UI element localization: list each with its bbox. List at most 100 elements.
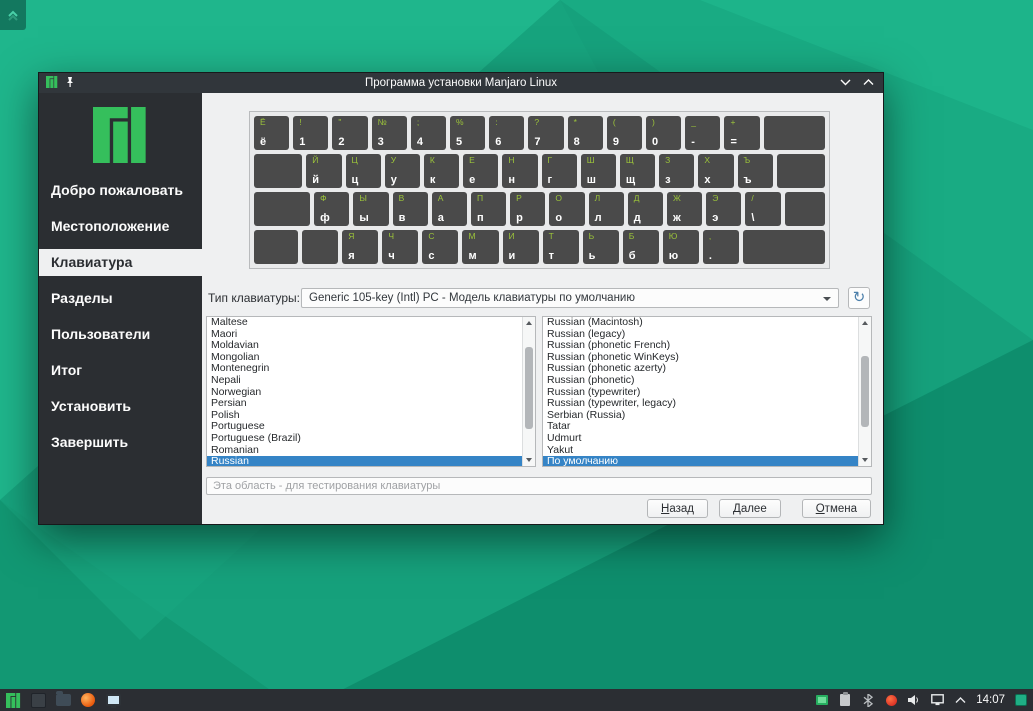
list-item[interactable]: Russian (legacy) xyxy=(543,329,858,341)
list-item[interactable]: По умолчанию xyxy=(543,456,858,466)
list-item[interactable]: Udmurt xyxy=(543,433,858,445)
list-item[interactable]: Tatar xyxy=(543,421,858,433)
file-manager-icon[interactable] xyxy=(30,692,46,708)
keyboard-key: % 5 xyxy=(450,116,486,150)
keyboard-key: _ - xyxy=(685,116,721,150)
manjaro-logo-icon xyxy=(46,75,58,91)
keyboard-key: Шш xyxy=(580,154,616,188)
installer-window: Программа установки Manjaro Linux Добро … xyxy=(38,72,884,525)
list-item[interactable]: Russian (phonetic WinKeys) xyxy=(543,352,858,364)
chevron-down-icon[interactable] xyxy=(840,77,851,89)
button-row: Назад Далее Отмена xyxy=(206,499,871,519)
list-item[interactable]: Persian xyxy=(207,398,522,410)
list-item[interactable]: Yakut xyxy=(543,445,858,457)
browser-icon[interactable] xyxy=(80,692,96,708)
keyboard-key: Ёё xyxy=(254,116,290,150)
next-button[interactable]: Далее xyxy=(719,499,781,518)
variant-list[interactable]: Russian (Macintosh) Russian (legacy) Russi… xyxy=(542,316,872,467)
taskbar: 14:07 xyxy=(0,689,1033,711)
list-item[interactable]: Russian (phonetic) xyxy=(543,375,858,387)
keyboard-test-input[interactable] xyxy=(206,477,872,495)
system-tray: 14:07 xyxy=(815,692,1033,707)
refresh-button[interactable]: ↻ xyxy=(848,287,870,309)
keyboard-key: Бб xyxy=(622,230,659,264)
list-item[interactable]: Russian xyxy=(207,456,522,466)
list-item[interactable]: Russian (phonetic French) xyxy=(543,340,858,352)
list-item[interactable]: Moldavian xyxy=(207,340,522,352)
list-item[interactable]: Portuguese xyxy=(207,421,522,433)
keyboard-key: Жж xyxy=(666,192,703,226)
volume-icon[interactable] xyxy=(907,693,921,707)
tray-expander-icon[interactable] xyxy=(953,693,967,707)
chevron-up-icon[interactable] xyxy=(863,77,874,89)
keyboard-key: ; 4 xyxy=(410,116,447,150)
updates-icon[interactable] xyxy=(884,693,898,707)
keyboard-key: Ее xyxy=(463,154,499,188)
layout-list[interactable]: Maltese Maori Moldavian Mongolian Montenegri… xyxy=(206,316,536,467)
keyboard-preview: Ёё! 1 " 2 № 3; 4% 5:6? 7 * 8(9) 0 _ - + = Йй Цц Уу Кк Ее Нн Гг… xyxy=(249,111,830,269)
desktop-toolbox-icon[interactable] xyxy=(0,0,26,30)
titlebar[interactable]: Программа установки Manjaro Linux xyxy=(39,73,883,93)
clipboard-icon[interactable] xyxy=(838,692,852,707)
list-item[interactable]: Serbian (Russia) xyxy=(543,410,858,422)
bluetooth-icon[interactable] xyxy=(861,693,875,707)
keyboard-model-select[interactable]: Generic 105-key (Intl) PC - Модель клави… xyxy=(301,288,839,308)
keyboard-key: Сс xyxy=(422,230,459,264)
keyboard-key: Пп xyxy=(470,192,507,226)
keyboard-key: Тт xyxy=(542,230,579,264)
keyboard-key: * 8 xyxy=(567,116,603,150)
list-item[interactable]: Russian (typewriter) xyxy=(543,387,858,399)
keyboard-key: Ии xyxy=(502,230,539,264)
folder-icon[interactable] xyxy=(55,691,71,708)
keyboard-key: Зз xyxy=(659,154,695,188)
keyboard-key: Нн xyxy=(502,154,538,188)
sidebar-nav: Добро пожаловать Местоположение Клавиатура… xyxy=(39,177,202,456)
keyboard-key: Чч xyxy=(382,230,419,264)
keyboard-key: Ъъ xyxy=(737,154,773,188)
scrollbar[interactable] xyxy=(522,317,535,466)
pin-icon[interactable] xyxy=(65,76,75,91)
keyboard-key: / \ xyxy=(745,192,781,226)
list-item[interactable]: Romanian xyxy=(207,445,522,457)
keyboard-model-label: Тип клавиатуры: xyxy=(208,291,301,305)
keyboard-key xyxy=(254,230,299,264)
keyboard-key xyxy=(763,116,826,150)
keyboard-key: ? 7 xyxy=(528,116,564,150)
keyboard-key xyxy=(254,192,311,226)
network-icon[interactable] xyxy=(930,693,944,707)
list-item[interactable]: Mongolian xyxy=(207,352,522,364)
show-desktop-icon[interactable] xyxy=(1014,693,1028,707)
sidebar-item: Местоположение xyxy=(51,218,170,234)
list-item[interactable]: Nepali xyxy=(207,375,522,387)
back-button[interactable]: Назад xyxy=(647,499,709,518)
keyboard-key: № 3 xyxy=(371,116,407,150)
keyboard-key: ,. xyxy=(702,230,739,264)
keyboard-key xyxy=(302,230,339,264)
keyboard-key xyxy=(254,154,303,188)
sidebar: Добро пожаловать Местоположение Клавиатура… xyxy=(39,93,202,524)
scrollbar[interactable] xyxy=(858,317,871,466)
list-item[interactable]: Maori xyxy=(207,329,522,341)
keyboard-key: :6 xyxy=(489,116,525,150)
screen-share-icon[interactable] xyxy=(815,693,829,707)
list-item[interactable]: Russian (Macintosh) xyxy=(543,317,858,329)
list-item[interactable]: Maltese xyxy=(207,317,522,329)
cancel-button[interactable]: Отмена xyxy=(801,499,871,518)
keyboard-key: Цц xyxy=(345,154,381,188)
list-item[interactable]: Montenegrin xyxy=(207,363,522,375)
clock[interactable]: 14:07 xyxy=(976,694,1005,706)
keyboard-key: Вв xyxy=(392,192,428,226)
list-item[interactable]: Portuguese (Brazil) xyxy=(207,433,522,445)
keyboard-key: Юю xyxy=(662,230,699,264)
list-item[interactable]: Polish xyxy=(207,410,522,422)
display-settings-icon[interactable] xyxy=(105,692,121,708)
list-item[interactable]: Norwegian xyxy=(207,387,522,399)
manjaro-menu-icon[interactable] xyxy=(5,692,21,708)
sidebar-item: Итог xyxy=(51,362,83,378)
list-item[interactable]: Russian (typewriter, legacy) xyxy=(543,398,858,410)
scrollbar-thumb[interactable] xyxy=(525,346,533,429)
keyboard-key: Рр xyxy=(510,192,546,226)
list-item[interactable]: Russian (phonetic azerty) xyxy=(543,363,858,375)
sidebar-item: Установить xyxy=(51,398,131,414)
scrollbar-thumb[interactable] xyxy=(861,355,869,428)
